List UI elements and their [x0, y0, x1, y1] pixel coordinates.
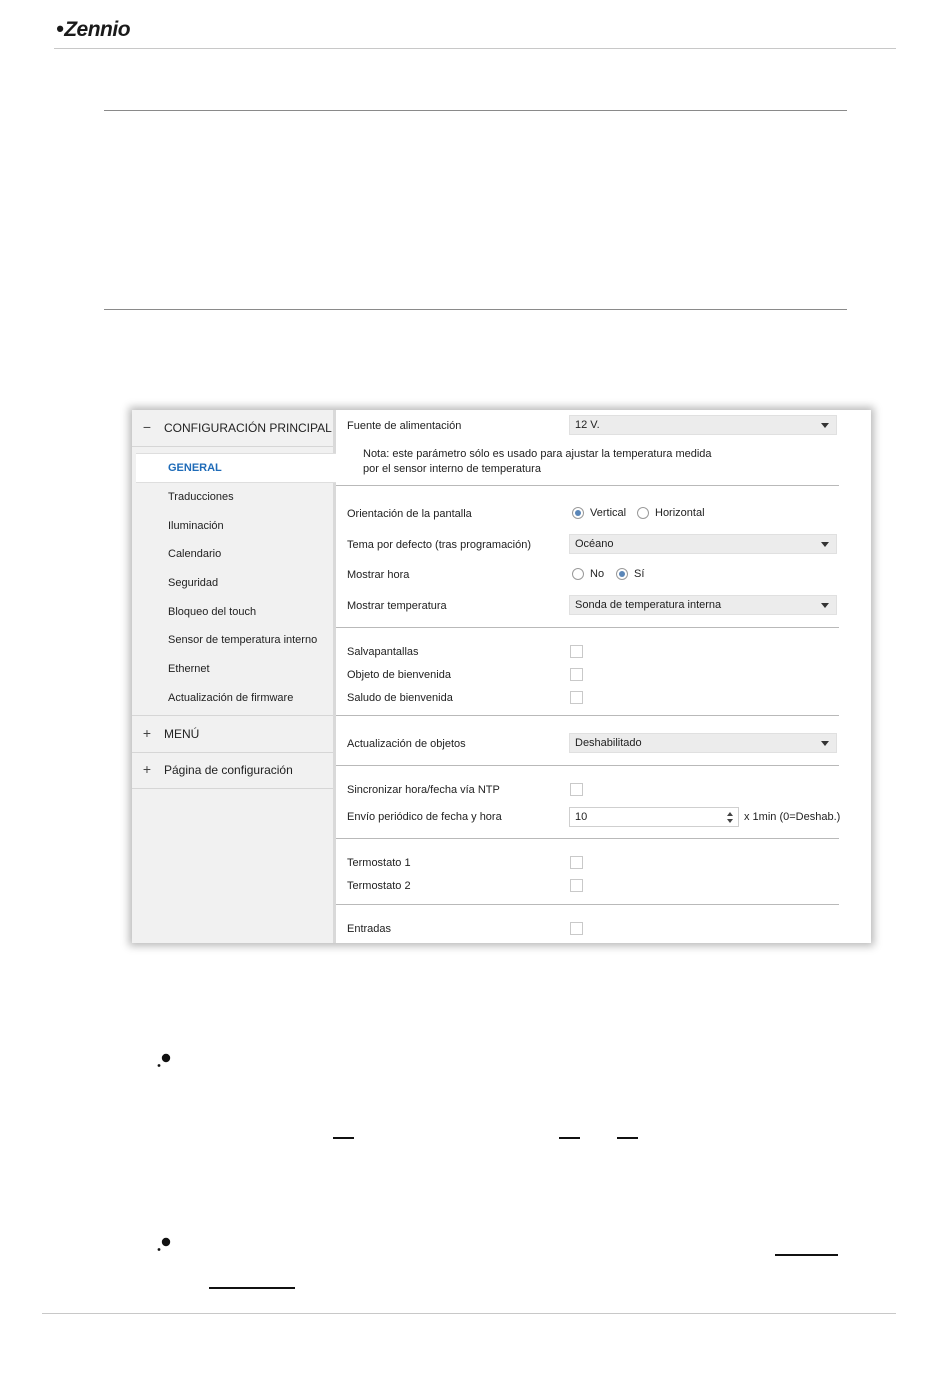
- object-update-select[interactable]: Deshabilitado: [569, 733, 837, 753]
- radio-no-label: No: [590, 568, 605, 580]
- radio-vertical[interactable]: [572, 507, 584, 519]
- sidebar-item-bloqueo-touch[interactable]: Bloqueo del touch: [168, 606, 256, 618]
- periodic-send-spinner[interactable]: 10: [569, 807, 739, 827]
- thermostat-2-checkbox[interactable]: [570, 879, 583, 892]
- spinner-value: 10: [575, 811, 588, 823]
- bullet-icon: [157, 1237, 171, 1251]
- dropdown-arrow-icon: [821, 741, 829, 746]
- object-update-label: Actualización de objetos: [347, 738, 466, 750]
- thermostat-2-label: Termostato 2: [347, 880, 411, 892]
- ntp-sync-checkbox[interactable]: [570, 783, 583, 796]
- default-theme-select[interactable]: Océano: [569, 534, 837, 554]
- power-supply-label: Fuente de alimentación: [347, 420, 462, 432]
- periodic-send-unit: x 1min (0=Deshab.): [744, 811, 841, 823]
- screensaver-label: Salvapantallas: [347, 646, 419, 658]
- bullet-icon: [157, 1053, 171, 1067]
- group-label: Página de configuración: [164, 763, 293, 777]
- default-theme-label: Tema por defecto (tras programación): [347, 539, 532, 551]
- separator: [336, 838, 839, 839]
- thermostat-1-checkbox[interactable]: [570, 856, 583, 869]
- select-value: Deshabilitado: [575, 737, 642, 749]
- group-label: CONFIGURACIÓN PRINCIPAL: [164, 421, 332, 435]
- show-time-label: Mostrar hora: [347, 569, 410, 581]
- select-value: Sonda de temperatura interna: [575, 599, 722, 611]
- select-value: Océano: [575, 538, 614, 550]
- welcome-greeting-checkbox[interactable]: [570, 691, 583, 704]
- screensaver-checkbox[interactable]: [570, 645, 583, 658]
- zennio-logo: •Zennio: [56, 16, 131, 41]
- thermostat-1-label: Termostato 1: [347, 857, 411, 869]
- note-line-2: por el sensor interno de temperatura: [363, 463, 541, 475]
- sidebar-item-sensor-temperatura[interactable]: Sensor de temperatura interno: [168, 634, 317, 646]
- separator: [336, 904, 839, 905]
- orientation-label: Orientación de la pantalla: [347, 508, 472, 520]
- underline-mark: [617, 1137, 638, 1139]
- select-value: 12 V.: [575, 419, 600, 431]
- header-divider: [54, 48, 896, 49]
- table-top-rule: [104, 110, 847, 111]
- footer-divider: [42, 1313, 896, 1314]
- collapse-icon[interactable]: −: [141, 420, 153, 434]
- ntp-sync-label: Sincronizar hora/fecha vía NTP: [347, 784, 500, 796]
- welcome-object-checkbox[interactable]: [570, 668, 583, 681]
- separator: [336, 765, 839, 766]
- group-pagina-configuracion[interactable]: + Página de configuración: [132, 752, 333, 789]
- note-line-1: Nota: este parámetro sólo es usado para …: [363, 448, 712, 460]
- radio-no[interactable]: [572, 568, 584, 580]
- welcome-greeting-label: Saludo de bienvenida: [347, 692, 453, 704]
- expand-icon[interactable]: +: [141, 762, 153, 776]
- radio-si-label: Sí: [634, 568, 645, 580]
- group-configuracion-principal[interactable]: − CONFIGURACIÓN PRINCIPAL: [132, 410, 333, 447]
- sidebar-item-calendario[interactable]: Calendario: [168, 548, 221, 560]
- sidebar-item-iluminacion[interactable]: Iluminación: [168, 520, 224, 532]
- sidebar-item-seguridad[interactable]: Seguridad: [168, 577, 218, 589]
- group-menu[interactable]: + MENÚ: [132, 715, 333, 753]
- inputs-checkbox[interactable]: [570, 922, 583, 935]
- sidebar-item-actualizacion-firmware[interactable]: Actualización de firmware: [168, 692, 293, 704]
- underline-mark: [775, 1254, 838, 1256]
- dropdown-arrow-icon: [821, 603, 829, 608]
- separator: [336, 627, 839, 628]
- dropdown-arrow-icon: [821, 423, 829, 428]
- radio-horizontal-label: Horizontal: [655, 507, 705, 519]
- dropdown-arrow-icon: [821, 542, 829, 547]
- separator: [336, 715, 839, 716]
- show-temperature-label: Mostrar temperatura: [347, 600, 447, 612]
- radio-horizontal[interactable]: [637, 507, 649, 519]
- spinner-down-icon[interactable]: [727, 819, 733, 823]
- periodic-send-label: Envío periódico de fecha y hora: [347, 811, 502, 823]
- radio-vertical-label: Vertical: [590, 507, 627, 519]
- welcome-object-label: Objeto de bienvenida: [347, 669, 451, 681]
- show-temperature-select[interactable]: Sonda de temperatura interna: [569, 595, 837, 615]
- table-bottom-rule: [104, 309, 847, 310]
- underline-mark: [559, 1137, 580, 1139]
- expand-icon[interactable]: +: [141, 726, 153, 740]
- parameters-panel: Fuente de alimentación 12 V. Nota: este …: [336, 410, 871, 943]
- sidebar-item-ethernet[interactable]: Ethernet: [168, 663, 210, 675]
- parameters-window: − CONFIGURACIÓN PRINCIPAL GENERAL Traduc…: [132, 410, 871, 943]
- sidebar-item-general[interactable]: GENERAL: [136, 453, 336, 483]
- sidebar-item-label: GENERAL: [168, 462, 222, 474]
- power-supply-select[interactable]: 12 V.: [569, 415, 837, 435]
- sidebar-item-traducciones[interactable]: Traducciones: [168, 491, 234, 503]
- separator: [336, 485, 839, 486]
- underline-mark: [333, 1137, 354, 1139]
- inputs-label: Entradas: [347, 923, 392, 935]
- underline-mark: [209, 1287, 295, 1289]
- radio-si[interactable]: [616, 568, 628, 580]
- group-label: MENÚ: [164, 727, 200, 741]
- sidebar: − CONFIGURACIÓN PRINCIPAL GENERAL Traduc…: [132, 410, 336, 943]
- spinner-up-icon[interactable]: [727, 812, 733, 816]
